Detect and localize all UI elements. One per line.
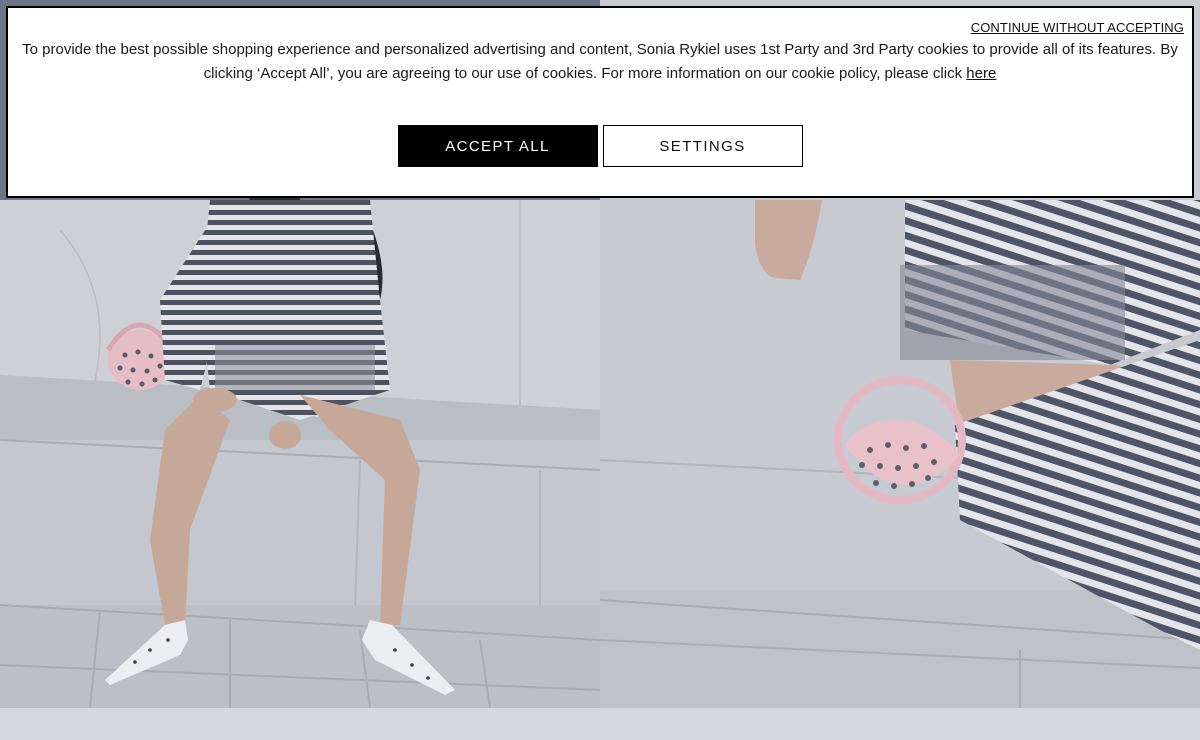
cookie-settings-button[interactable]: SETTINGS: [602, 125, 803, 167]
cookie-button-row: ACCEPT ALL SETTINGS: [8, 125, 1192, 167]
cookie-consent-banner: CONTINUE WITHOUT ACCEPTING To provide th…: [6, 6, 1194, 198]
cookie-policy-link[interactable]: here: [966, 65, 996, 82]
page-footer-strip: [0, 708, 1200, 740]
accept-all-button[interactable]: ACCEPT ALL: [397, 125, 598, 167]
cookie-message: To provide the best possible shopping ex…: [22, 38, 1178, 86]
cookie-message-text: To provide the best possible shopping ex…: [22, 41, 1178, 82]
continue-without-accepting-link[interactable]: CONTINUE WITHOUT ACCEPTING: [971, 20, 1184, 35]
